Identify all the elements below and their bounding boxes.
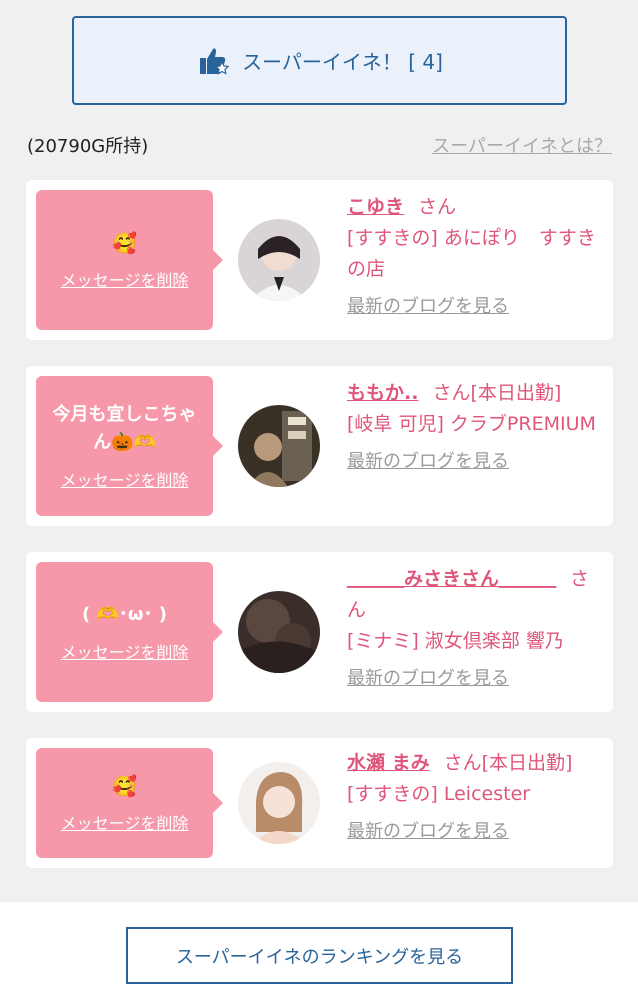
ranking-button[interactable]: スーパーイイネのランキングを見る [126, 927, 513, 984]
thumbs-up-star-icon [196, 44, 230, 78]
cast-info: こゆき さん [すすきの] あにぽり すすきの店 最新のブログを見る [347, 192, 601, 322]
latest-blog-link[interactable]: 最新のブログを見る [347, 816, 509, 847]
message-bubble: 🥰 メッセージを削除 [36, 190, 223, 330]
cast-info: ＿＿＿みさきさん＿＿＿ さん [ミナミ] 淑女倶楽部 響乃 最新のブログを見る [347, 564, 601, 694]
message-emoji: 🥰 [112, 774, 137, 798]
delete-message-link[interactable]: メッセージを削除 [61, 467, 189, 491]
cast-name-link[interactable]: ＿＿＿みさきさん＿＿＿ [347, 568, 556, 590]
shop-name: [すすきの] あにぽり すすきの店 [347, 227, 596, 280]
delete-message-link[interactable]: メッセージを削除 [61, 267, 189, 291]
avatar[interactable] [238, 762, 320, 844]
delete-message-link[interactable]: メッセージを削除 [61, 810, 189, 834]
cast-name-link[interactable]: 水瀬 まみ [347, 752, 430, 774]
like-card: 🥰 メッセージを削除 こゆき さん [すすきの] あにぽり すすきの店 最新のブロ… [26, 180, 613, 340]
avatar[interactable] [238, 405, 320, 487]
cast-info: ももか.. さん[本日出勤] [岐阜 可児] クラブPREMIUM 最新のブログを… [347, 378, 601, 477]
honorific: さん[本日出勤] [443, 752, 573, 774]
shop-name: [すすきの] Leicester [347, 783, 531, 805]
shop-name: [ミナミ] 淑女倶楽部 響乃 [347, 630, 564, 652]
latest-blog-link[interactable]: 最新のブログを見る [347, 446, 509, 477]
message-bubble: 今月も宜しこちゃん🎃🫶 メッセージを削除 [36, 376, 223, 516]
cast-info: 水瀬 まみ さん[本日出勤] [すすきの] Leicester 最新のブログを見る [347, 748, 601, 847]
avatar[interactable] [238, 591, 320, 673]
super-like-label: スーパーイイネ！ [ 4] [242, 50, 443, 74]
message-text: ( 🫶･ω･ ) [81, 604, 168, 625]
cast-name-link[interactable]: こゆき [347, 196, 404, 218]
message-emoji: 🥰 [112, 231, 137, 255]
shop-name: [岐阜 可児] クラブPREMIUM [347, 413, 596, 435]
page: スーパーイイネ！ [ 4] (20790G所持) スーパーイイネとは？ 🥰 メッ… [0, 0, 638, 1000]
message-bubble: ( 🫶･ω･ ) メッセージを削除 [36, 562, 223, 702]
points-balance: (20790G所持) [27, 136, 149, 157]
super-like-button[interactable]: スーパーイイネ！ [ 4] [72, 16, 567, 105]
about-super-like-link[interactable]: スーパーイイネとは？ [432, 132, 612, 158]
like-card: ( 🫶･ω･ ) メッセージを削除 ＿＿＿みさきさん＿＿＿ さん [ミナミ] 淑女… [26, 552, 613, 712]
avatar[interactable] [238, 219, 320, 301]
latest-blog-link[interactable]: 最新のブログを見る [347, 291, 509, 322]
cast-name-link[interactable]: ももか.. [347, 382, 418, 404]
honorific: さん [418, 196, 457, 218]
like-card: 🥰 メッセージを削除 水瀬 まみ さん[本日出勤] [すすきの] Leiceste… [26, 738, 613, 868]
message-text: 今月も宜しこちゃん🎃🫶 [52, 404, 197, 453]
delete-message-link[interactable]: メッセージを削除 [61, 639, 189, 663]
honorific: さん[本日出勤] [432, 382, 562, 404]
latest-blog-link[interactable]: 最新のブログを見る [347, 663, 509, 694]
like-card: 今月も宜しこちゃん🎃🫶 メッセージを削除 ももか.. さん[本日出勤] [岐阜 可… [26, 366, 613, 526]
message-bubble: 🥰 メッセージを削除 [36, 748, 223, 858]
